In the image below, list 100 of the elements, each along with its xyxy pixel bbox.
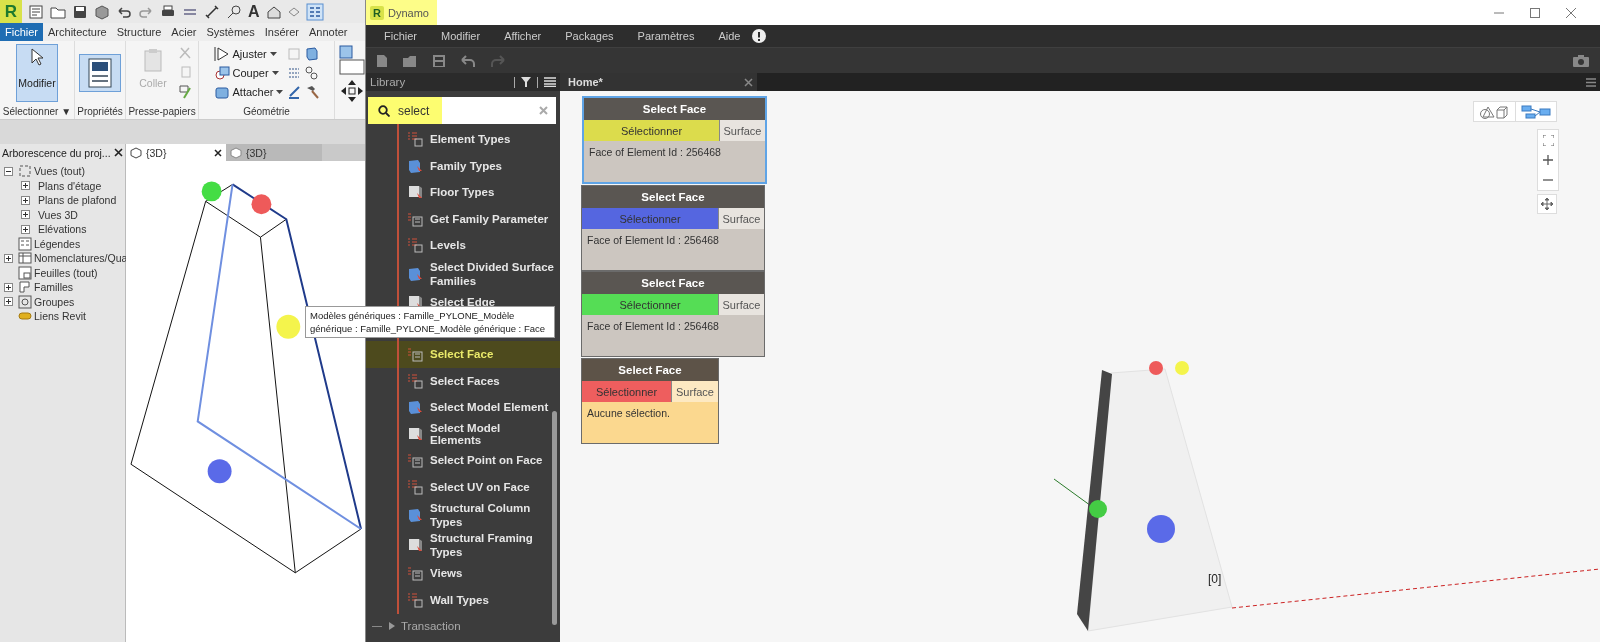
tree-item[interactable]: Plans de plafond xyxy=(38,194,117,207)
select-button[interactable]: Sélectionner xyxy=(584,120,720,141)
expand-icon[interactable] xyxy=(4,297,13,307)
tree-item[interactable]: Vues 3D xyxy=(38,208,78,221)
close-icon[interactable] xyxy=(214,148,222,157)
move-icon[interactable] xyxy=(340,79,364,103)
search-field[interactable]: select xyxy=(368,97,556,124)
camera-icon[interactable] xyxy=(1572,53,1590,68)
node-icon xyxy=(407,478,423,495)
info-icon[interactable] xyxy=(752,29,767,43)
geometry-tool[interactable]: Attacher xyxy=(213,83,284,100)
expand-icon[interactable] xyxy=(21,210,30,220)
library-item[interactable]: Structural Column Types xyxy=(366,500,560,530)
output-port[interactable]: Surface xyxy=(672,381,718,402)
library-item[interactable]: Views xyxy=(366,560,560,587)
menu-item[interactable]: Paramètres xyxy=(625,30,707,42)
cube-icon[interactable] xyxy=(94,3,110,20)
ribbon-tab[interactable]: Insérer xyxy=(259,23,304,41)
tree-item[interactable]: Familles xyxy=(34,281,74,294)
ribbon-tab[interactable]: Annoter xyxy=(303,23,353,41)
menu-item[interactable]: Aide xyxy=(706,30,753,42)
library-item[interactable]: Element Types xyxy=(366,126,560,153)
node[interactable]: Select Face Sélectionner Surface Face of Element Id : 256468 xyxy=(582,96,767,184)
library-item[interactable]: Floor Types xyxy=(366,179,560,206)
expand-icon[interactable] xyxy=(21,224,30,234)
menu-item[interactable]: Packages xyxy=(553,30,626,42)
select-button[interactable]: Sélectionner xyxy=(582,294,719,315)
undo-icon[interactable] xyxy=(460,53,476,68)
tree-item[interactable]: Feuilles (tout) xyxy=(34,266,98,279)
output-port[interactable]: Surface xyxy=(720,120,765,141)
node[interactable]: Select Face Sélectionner Surface Face of Element Id : 256468 xyxy=(581,271,765,357)
output-port[interactable]: Surface xyxy=(719,208,764,229)
tree-item[interactable]: Plans d'étage xyxy=(38,179,102,192)
dimension-icon[interactable] xyxy=(204,3,220,20)
ribbon-tab[interactable]: Systèmes xyxy=(201,23,260,41)
tree-item[interactable]: Nomenclatures/Qua xyxy=(34,252,128,265)
library-item[interactable]: Select Divided Surface Families xyxy=(366,258,560,289)
expand-icon[interactable] xyxy=(21,181,30,191)
hammer-icon[interactable] xyxy=(305,83,320,100)
switch-windows-icon[interactable] xyxy=(305,2,324,21)
library-item[interactable]: Structural Framing Types xyxy=(366,530,560,560)
tree-item[interactable]: Légendes xyxy=(34,237,81,250)
library-item[interactable]: Select Faces xyxy=(366,367,560,394)
maximize-icon[interactable] xyxy=(1530,7,1540,18)
ribbon-tab[interactable]: Fichier xyxy=(0,23,43,41)
library-category[interactable]: Transaction xyxy=(366,613,467,639)
view-tab[interactable]: {3D} xyxy=(226,144,322,161)
library-item[interactable]: Select Model Element xyxy=(366,394,560,421)
expand-icon[interactable] xyxy=(21,195,30,205)
scrollbar[interactable] xyxy=(552,411,557,625)
menu-icon[interactable] xyxy=(1586,77,1596,87)
geometry-tool[interactable]: Couper xyxy=(213,64,284,81)
collapse-icon[interactable] xyxy=(4,166,13,176)
library-item[interactable]: Levels xyxy=(366,232,560,259)
library-item[interactable]: Select Point on Face xyxy=(366,447,560,474)
node-icon xyxy=(407,210,423,227)
library-item[interactable]: Select Face xyxy=(366,341,560,368)
expand-icon[interactable] xyxy=(4,253,13,263)
menu-item[interactable]: Fichier xyxy=(372,30,429,42)
fit-view-icon[interactable] xyxy=(1542,134,1554,146)
save-icon[interactable] xyxy=(72,3,88,20)
modify-button[interactable]: Modifier xyxy=(16,43,58,102)
library-item[interactable]: Wall Types xyxy=(366,586,560,613)
tree-item[interactable]: Liens Revit xyxy=(34,310,86,323)
cube-face-icon[interactable] xyxy=(305,45,320,62)
select-button[interactable]: Sélectionner xyxy=(582,381,672,402)
node[interactable]: Select Face Sélectionner Surface Face of Element Id : 256468 xyxy=(581,185,765,271)
zoom-in-icon[interactable] xyxy=(1543,155,1553,166)
tree-item[interactable]: Vues (tout) xyxy=(34,165,85,178)
library-item[interactable]: Select UV on Face xyxy=(366,473,560,500)
ribbon-tab[interactable]: Structure xyxy=(111,23,167,41)
link-icon[interactable] xyxy=(305,64,320,81)
close-icon[interactable] xyxy=(114,148,123,157)
filter-icon[interactable] xyxy=(521,77,531,87)
view-tab[interactable]: {3D} xyxy=(126,144,226,161)
properties-icon[interactable] xyxy=(79,53,121,92)
ribbon-tab[interactable]: Acier xyxy=(166,23,202,41)
geometry-tool[interactable]: Ajuster xyxy=(213,45,284,62)
new-file-icon[interactable] xyxy=(376,53,388,68)
browser-icon[interactable] xyxy=(28,3,44,20)
workspace-tab[interactable]: Home* xyxy=(560,73,757,91)
app-logo[interactable]: R xyxy=(0,0,22,23)
menu-item[interactable]: Afficher xyxy=(492,30,554,42)
menu-item[interactable]: Modifier xyxy=(429,30,493,42)
panel-menu-caret[interactable]: ▼ xyxy=(61,106,72,117)
open-icon[interactable] xyxy=(402,53,418,68)
match-brush-icon[interactable] xyxy=(178,83,192,100)
list-view-icon[interactable] xyxy=(544,77,556,87)
library-item[interactable]: Family Types xyxy=(366,152,560,179)
paint-icon[interactable] xyxy=(287,83,302,100)
expand-icon[interactable] xyxy=(4,282,13,292)
tree-item[interactable]: Groupes xyxy=(34,295,75,308)
node[interactable]: Select Face Sélectionner Surface Aucune sélection. xyxy=(581,358,719,444)
clear-icon[interactable] xyxy=(539,106,548,115)
tree-item[interactable]: Elévations xyxy=(38,223,87,236)
ribbon-tab[interactable]: Architecture xyxy=(43,23,112,41)
text-tool-button[interactable]: A xyxy=(248,2,260,21)
library-item[interactable]: Get Family Parameter xyxy=(366,205,560,232)
library-item[interactable]: Select Model Elements xyxy=(366,420,560,447)
output-port[interactable]: Surface xyxy=(719,294,764,315)
